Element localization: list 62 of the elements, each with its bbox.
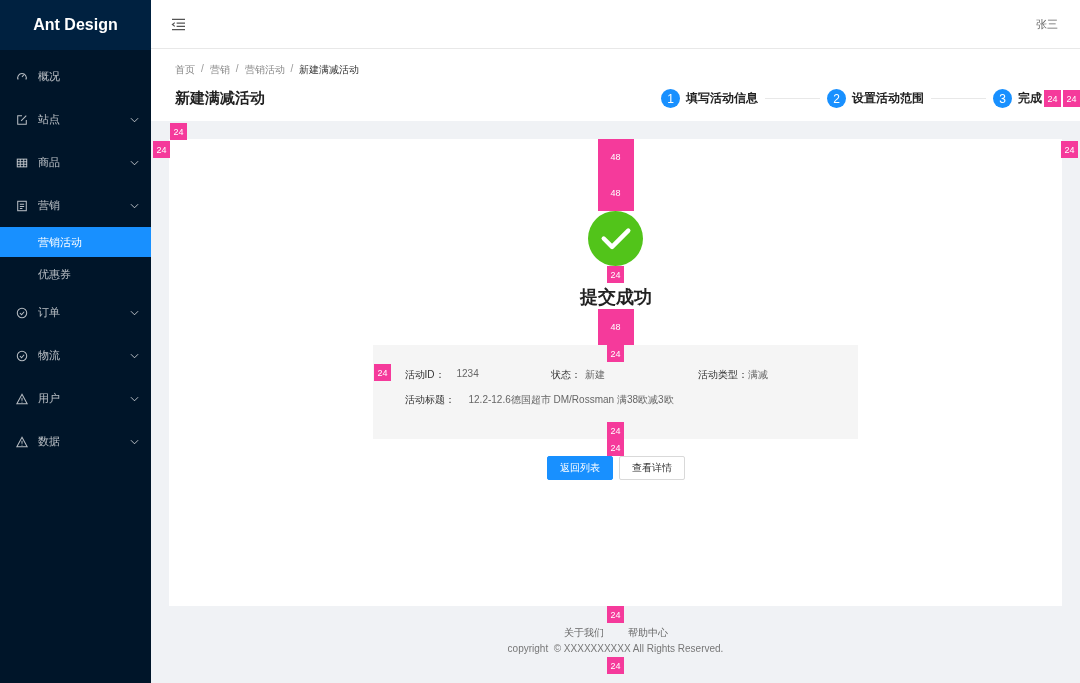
spacing-marker: 24 xyxy=(607,657,624,674)
menu-item[interactable]: 概况 xyxy=(0,55,151,98)
menu-item[interactable]: 商品 xyxy=(0,141,151,184)
copyright-text: copyright © XXXXXXXXXX All Rights Reserved. xyxy=(507,643,724,654)
spacing-marker: 24 xyxy=(374,364,391,381)
page-title: 新建满减活动 xyxy=(175,89,265,108)
check-circle-icon xyxy=(16,349,28,362)
detail-label: 活动ID： xyxy=(404,367,445,382)
menu-item[interactable]: 订单 xyxy=(0,291,151,334)
spacing-marker: 24 xyxy=(607,606,624,623)
step-label: 完成 xyxy=(1018,90,1042,107)
table-icon xyxy=(16,156,28,169)
menu-item[interactable]: 数据 xyxy=(0,420,151,463)
spacing-marker: 48 48 xyxy=(597,139,634,211)
document-icon xyxy=(16,199,28,212)
detail-value: 满减 xyxy=(747,367,768,382)
step-number: 1 xyxy=(661,89,680,108)
step-number: 3 xyxy=(993,89,1012,108)
spacing-marker: 24 xyxy=(607,422,624,439)
breadcrumb-link[interactable]: 营销活动 xyxy=(244,63,285,77)
detail-label: 活动标题： xyxy=(404,392,455,407)
detail-value: 12.2-12.6德国超市 DM/Rossman 满38欧减3欧 xyxy=(468,392,674,407)
footer-link[interactable]: 关于我们 xyxy=(563,626,604,640)
menu-fold-icon[interactable] xyxy=(171,17,186,31)
detail-label: 状态： xyxy=(551,367,582,382)
spacing-marker: 24 xyxy=(1061,141,1078,158)
spacing-marker: 24 xyxy=(170,123,187,140)
user-name[interactable]: 张三 xyxy=(1036,16,1058,32)
spacing-marker: 24 xyxy=(153,141,170,158)
step-label: 填写活动信息 xyxy=(686,90,758,107)
submenu-item[interactable]: 优惠券 xyxy=(0,259,151,289)
gauge-icon xyxy=(16,70,28,83)
breadcrumb-separator: / xyxy=(201,63,204,76)
breadcrumb-separator: / xyxy=(290,63,294,76)
breadcrumb-link[interactable]: 首页 xyxy=(175,63,195,77)
menu-item[interactable]: 站点 xyxy=(0,98,151,141)
spacing-marker: 24 xyxy=(1044,90,1061,107)
result-title: 提交成功 xyxy=(579,286,652,309)
success-check-icon xyxy=(588,211,643,266)
logo: Ant Design xyxy=(0,0,151,50)
spacing-marker: 24 xyxy=(607,439,624,456)
spacing-marker: 24 xyxy=(607,345,624,362)
warning-icon xyxy=(16,392,28,405)
breadcrumb-current: 新建满减活动 xyxy=(299,63,360,77)
breadcrumb-link[interactable]: 营销 xyxy=(209,63,230,77)
warning-icon xyxy=(16,435,28,448)
menu-item[interactable]: 物流 xyxy=(0,334,151,377)
default-button[interactable]: 查看详情 xyxy=(618,456,685,480)
spacing-marker: 24 xyxy=(1063,90,1080,107)
detail-value: 新建 xyxy=(585,367,606,382)
detail-label: 活动类型： xyxy=(697,367,748,382)
breadcrumb-separator: / xyxy=(235,63,239,76)
edit-icon xyxy=(16,113,28,126)
menu-item[interactable]: 营销 xyxy=(0,184,151,227)
spacing-marker: 24 xyxy=(607,266,624,283)
check-circle-icon xyxy=(16,306,28,319)
step-label: 设置活动范围 xyxy=(852,90,924,107)
detail-value: 1234 xyxy=(456,367,479,381)
spacing-marker: 48 xyxy=(597,309,634,345)
menu-item[interactable]: 用户 xyxy=(0,377,151,420)
footer-link[interactable]: 帮助中心 xyxy=(627,626,668,640)
step-number: 2 xyxy=(827,89,846,108)
